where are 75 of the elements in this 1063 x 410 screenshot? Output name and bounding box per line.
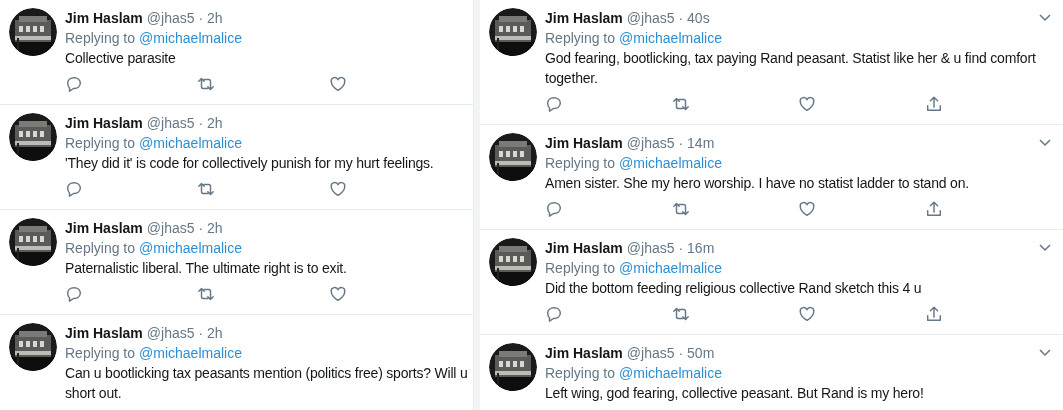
tweet-text: short out.: [65, 384, 122, 403]
reply-icon[interactable]: [65, 285, 83, 303]
reply-icon[interactable]: [545, 200, 563, 218]
tweet-time: · 2h: [198, 114, 223, 133]
share-icon[interactable]: [924, 200, 943, 218]
heart-icon[interactable]: [329, 75, 347, 93]
chevron-down-icon[interactable]: [1039, 244, 1051, 252]
author-handle: @jhas5: [146, 9, 195, 28]
tweet-time: · 40s: [678, 9, 710, 28]
tweet-text: together.: [545, 69, 598, 88]
share-icon[interactable]: [924, 95, 943, 113]
tweet-time: · 2h: [198, 324, 223, 343]
author-handle: @jhas5: [146, 324, 195, 343]
tweet-text: Paternalistic liberal. The ultimate right is to exit.: [65, 259, 347, 278]
tweet-text: Collective parasite: [65, 49, 176, 68]
chevron-down-icon[interactable]: [1039, 139, 1051, 147]
mention-link[interactable]: @michaelmalice: [139, 28, 242, 48]
tweet-time: · 2h: [198, 219, 223, 238]
tweet-text: Can u bootlicking tax peasants mention (politics free) sports? Will u: [65, 364, 468, 383]
replying-label: Replying to: [545, 29, 616, 48]
author-handle: @jhas5: [146, 219, 195, 238]
tweet-time: · 14m: [678, 134, 715, 153]
reply-icon[interactable]: [65, 180, 83, 198]
author-name[interactable]: Jim Haslam: [65, 323, 143, 343]
tweet-text: Amen sister. She my hero worship. I have no statist ladder to stand on.: [545, 174, 969, 193]
author-handle: @jhas5: [626, 239, 675, 258]
author-handle: @jhas5: [146, 114, 195, 133]
chevron-down-icon[interactable]: [1039, 14, 1051, 22]
reply-icon[interactable]: [545, 305, 563, 323]
tweet-time: · 2h: [198, 9, 223, 28]
retweet-icon[interactable]: [197, 75, 215, 93]
retweet-icon[interactable]: [197, 285, 215, 303]
author-name[interactable]: Jim Haslam: [545, 8, 623, 28]
replying-label: Replying to: [65, 29, 136, 48]
replying-label: Replying to: [545, 364, 616, 383]
tweet-time: · 16m: [678, 239, 715, 258]
retweet-icon[interactable]: [671, 305, 690, 323]
retweet-icon[interactable]: [671, 95, 690, 113]
replying-label: Replying to: [545, 154, 616, 173]
author-name[interactable]: Jim Haslam: [545, 238, 623, 258]
author-handle: @jhas5: [626, 344, 675, 363]
mention-link[interactable]: @michaelmalice: [619, 363, 722, 383]
mention-link[interactable]: @michaelmalice: [139, 238, 242, 258]
replying-label: Replying to: [65, 134, 136, 153]
chevron-down-icon[interactable]: [1039, 349, 1051, 357]
heart-icon[interactable]: [798, 95, 816, 113]
replying-label: Replying to: [545, 259, 616, 278]
author-name[interactable]: Jim Haslam: [65, 218, 143, 238]
mention-link[interactable]: @michaelmalice: [619, 28, 722, 48]
share-icon[interactable]: [924, 305, 943, 323]
tweet-time: · 50m: [678, 344, 715, 363]
retweet-icon[interactable]: [197, 180, 215, 198]
author-name[interactable]: Jim Haslam: [545, 343, 623, 363]
replying-label: Replying to: [65, 239, 136, 258]
heart-icon[interactable]: [798, 200, 816, 218]
author-name[interactable]: Jim Haslam: [65, 8, 143, 28]
author-handle: @jhas5: [626, 134, 675, 153]
reply-icon[interactable]: [545, 95, 563, 113]
replying-label: Replying to: [65, 344, 136, 363]
retweet-icon[interactable]: [671, 200, 690, 218]
heart-icon[interactable]: [798, 305, 816, 323]
mention-link[interactable]: @michaelmalice: [139, 343, 242, 363]
mention-link[interactable]: @michaelmalice: [139, 133, 242, 153]
tweet-text: Did the bottom feeding religious collective Rand sketch this 4 u: [545, 279, 922, 298]
tweet-text: 'They did it' is code for collectively punish for my hurt feelings.: [65, 154, 434, 173]
reply-icon[interactable]: [65, 75, 83, 93]
heart-icon[interactable]: [329, 180, 347, 198]
mention-link[interactable]: @michaelmalice: [619, 153, 722, 173]
author-handle: @jhas5: [626, 9, 675, 28]
tweet-text: Left wing, god fearing, collective peasant. But Rand is my hero!: [545, 384, 924, 403]
tweet-text: God fearing, bootlicking, tax paying Rand peasant. Statist like her & u find comfort: [545, 49, 1036, 68]
mention-link[interactable]: @michaelmalice: [619, 258, 722, 278]
heart-icon[interactable]: [329, 285, 347, 303]
author-name[interactable]: Jim Haslam: [545, 133, 623, 153]
author-name[interactable]: Jim Haslam: [65, 113, 143, 133]
